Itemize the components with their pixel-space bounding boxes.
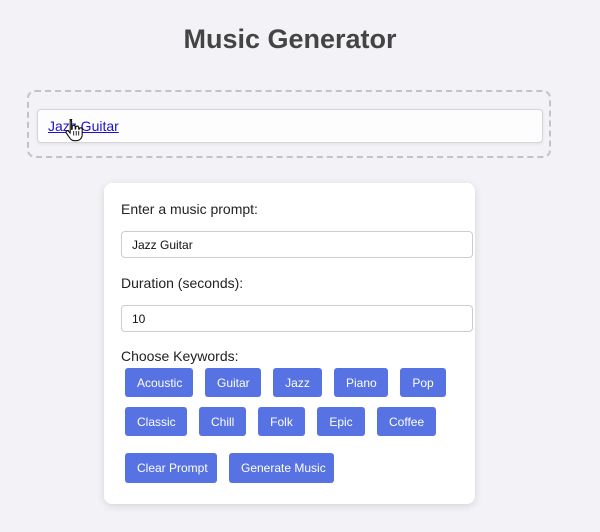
dropped-prompt-item[interactable]: Jazz Guitar <box>37 109 543 143</box>
generator-card: Enter a music prompt: Duration (seconds)… <box>104 183 475 504</box>
keyword-button-epic[interactable]: Epic <box>317 407 365 436</box>
keyword-button-coffee[interactable]: Coffee <box>377 407 436 436</box>
generate-music-button[interactable]: Generate Music <box>229 453 334 483</box>
keyword-grid: Acoustic Guitar Jazz Piano Pop Classic C… <box>125 368 446 446</box>
keyword-button-folk[interactable]: Folk <box>258 407 305 436</box>
duration-input[interactable] <box>121 305 473 332</box>
page-title: Music Generator <box>183 24 397 54</box>
keyword-button-guitar[interactable]: Guitar <box>205 368 261 397</box>
keyword-row: Acoustic Guitar Jazz Piano Pop <box>125 368 446 397</box>
keyword-button-jazz[interactable]: Jazz <box>273 368 322 397</box>
keyword-button-acoustic[interactable]: Acoustic <box>125 368 193 397</box>
duration-label: Duration (seconds): <box>121 275 244 291</box>
keyword-button-classic[interactable]: Classic <box>125 407 187 436</box>
keyword-button-chill[interactable]: Chill <box>199 407 246 436</box>
action-row: Clear Prompt Generate Music <box>125 453 334 483</box>
page: Music Generator Jazz Guitar Enter a musi… <box>0 0 600 532</box>
prompt-label: Enter a music prompt: <box>121 201 258 217</box>
keyword-row: Classic Chill Folk Epic Coffee <box>125 407 446 436</box>
prompt-dropzone[interactable]: Jazz Guitar <box>27 90 551 158</box>
hand-pointer-icon <box>65 118 83 142</box>
keywords-label: Choose Keywords: <box>121 348 239 364</box>
keyword-button-pop[interactable]: Pop <box>400 368 446 397</box>
clear-prompt-button[interactable]: Clear Prompt <box>125 453 217 483</box>
keyword-button-piano[interactable]: Piano <box>334 368 388 397</box>
prompt-input[interactable] <box>121 231 473 258</box>
